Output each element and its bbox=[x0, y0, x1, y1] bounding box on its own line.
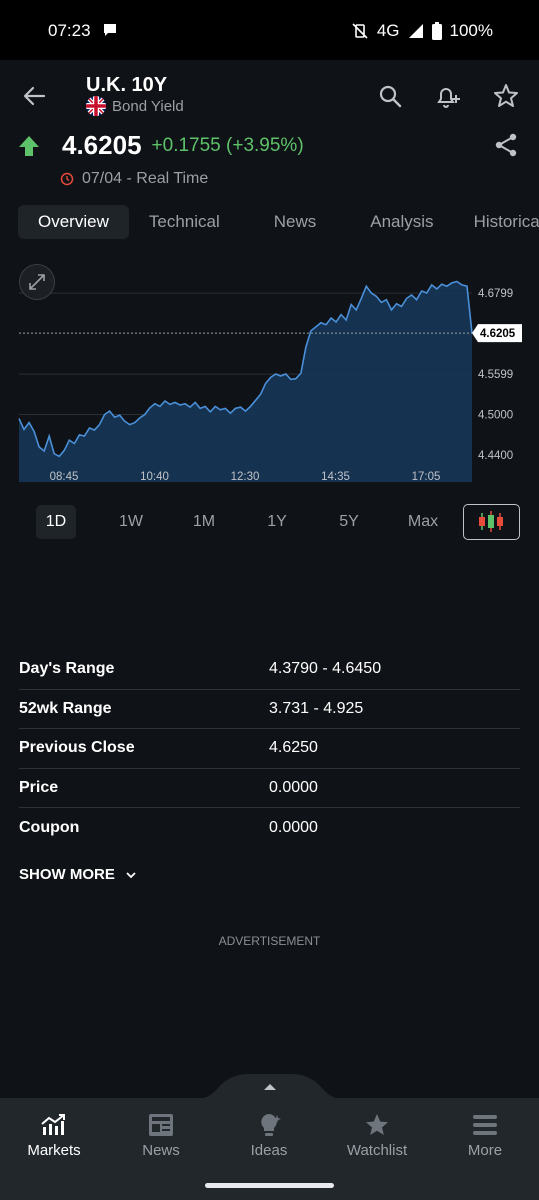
stat-row-previous-close: Previous Close 4.6250 bbox=[19, 729, 520, 769]
price-chart[interactable]: 4.6799 4.5599 4.5000 4.4400 08:45 10:40 12:30… bbox=[0, 256, 539, 486]
search-icon[interactable] bbox=[376, 82, 404, 110]
price-row: 4.6205 +0.1755 (+3.95%) bbox=[18, 130, 304, 161]
stat-row-price: Price 0.0000 bbox=[19, 769, 520, 808]
advertisement-label: ADVERTISEMENT bbox=[218, 934, 321, 948]
tab-overview[interactable]: Overview bbox=[18, 205, 129, 239]
share-icon[interactable] bbox=[493, 132, 519, 158]
show-more-button[interactable]: SHOW MORE bbox=[19, 866, 137, 883]
nav-label: More bbox=[467, 1142, 503, 1159]
x-tick-label: 14:35 bbox=[321, 471, 350, 483]
time-range-selector: 1D 1W 1M 1Y 5Y Max bbox=[36, 504, 520, 540]
range-1w[interactable]: 1W bbox=[114, 505, 148, 539]
message-icon bbox=[104, 24, 116, 36]
ideas-icon bbox=[261, 1114, 281, 1136]
drawer-handle[interactable] bbox=[192, 1072, 348, 1100]
nav-watchlist[interactable]: Watchlist bbox=[323, 1112, 431, 1159]
stat-row-coupon: Coupon 0.0000 bbox=[19, 808, 520, 848]
watchlist-icon bbox=[366, 1114, 388, 1135]
instrument-type: Bond Yield bbox=[112, 97, 184, 115]
stat-label: Previous Close bbox=[19, 739, 135, 757]
stat-label: Price bbox=[19, 778, 59, 796]
stat-value: 4.6250 bbox=[269, 739, 318, 757]
bottom-navigation: Markets News Ideas Watchlist More bbox=[0, 1098, 539, 1200]
network-type: 4G bbox=[376, 21, 400, 40]
battery-level: 100% bbox=[449, 21, 493, 40]
quote-time-row: 07/04 - Real Time bbox=[60, 170, 208, 188]
nav-label: Watchlist bbox=[346, 1142, 408, 1159]
stat-value: 0.0000 bbox=[269, 778, 318, 796]
price-change: +0.1755 (+3.95%) bbox=[151, 134, 304, 156]
tab-historical[interactable]: Historical bbox=[454, 205, 539, 239]
candlestick-icon bbox=[479, 511, 503, 532]
add-alert-icon[interactable] bbox=[434, 82, 462, 110]
x-tick-label: 17:05 bbox=[412, 471, 441, 483]
show-more-label: SHOW MORE bbox=[19, 866, 115, 883]
chart-type-toggle[interactable] bbox=[463, 504, 520, 540]
stat-value: 4.3790 - 4.6450 bbox=[269, 660, 382, 678]
range-max[interactable]: Max bbox=[403, 505, 443, 539]
uk-flag-icon bbox=[86, 96, 106, 116]
last-price: 4.6205 bbox=[62, 130, 142, 160]
nav-label: Ideas bbox=[250, 1142, 288, 1159]
range-1d[interactable]: 1D bbox=[36, 505, 76, 539]
nav-more[interactable]: More bbox=[431, 1112, 539, 1159]
mute-vibrate-icon bbox=[352, 23, 368, 39]
markets-icon bbox=[41, 1114, 65, 1135]
home-indicator bbox=[205, 1183, 334, 1188]
stat-label: Coupon bbox=[19, 818, 80, 836]
nav-news[interactable]: News bbox=[107, 1112, 215, 1159]
stat-row-52wk-range: 52wk Range 3.731 - 4.925 bbox=[19, 690, 520, 729]
chart-svg: 4.6799 4.5599 4.5000 4.4400 08:45 10:40 12:30… bbox=[18, 280, 522, 483]
y-tick-label: 4.5599 bbox=[478, 369, 513, 381]
nav-ideas[interactable]: Ideas bbox=[215, 1112, 323, 1159]
range-1y[interactable]: 1Y bbox=[260, 505, 294, 539]
stat-value: 0.0000 bbox=[269, 818, 318, 836]
more-icon bbox=[473, 1115, 497, 1135]
x-tick-label: 08:45 bbox=[50, 471, 79, 483]
y-tick-label: 4.5000 bbox=[478, 410, 513, 422]
range-1m[interactable]: 1M bbox=[187, 505, 221, 539]
up-arrow-icon bbox=[19, 135, 39, 156]
tab-news[interactable]: News bbox=[240, 205, 351, 239]
battery-icon bbox=[431, 22, 442, 40]
current-price-label: 4.6205 bbox=[480, 328, 516, 340]
chart-area bbox=[19, 281, 472, 482]
y-tick-label: 4.4400 bbox=[478, 450, 513, 462]
x-tick-label: 10:40 bbox=[140, 471, 169, 483]
instrument-header: U.K. 10Y Bond Yield 4.6205 +0.1755 (+3.9… bbox=[0, 60, 539, 200]
range-5y[interactable]: 5Y bbox=[332, 505, 366, 539]
stat-row-days-range: Day's Range 4.3790 - 4.6450 bbox=[19, 650, 520, 690]
stat-value: 3.731 - 4.925 bbox=[269, 699, 364, 717]
current-price-marker: 4.6205 bbox=[472, 324, 522, 343]
back-arrow-icon[interactable] bbox=[20, 82, 48, 110]
tab-technical[interactable]: Technical bbox=[129, 205, 240, 239]
stat-label: 52wk Range bbox=[19, 699, 112, 717]
x-tick-label: 12:30 bbox=[231, 471, 260, 483]
quote-time: 07/04 - Real Time bbox=[82, 170, 209, 187]
signal-icon bbox=[408, 24, 423, 38]
stat-label: Day's Range bbox=[19, 660, 115, 678]
section-tabs: Overview Technical News Analysis Histori… bbox=[18, 204, 539, 240]
instrument-title: U.K. 10Y bbox=[86, 74, 168, 96]
expand-icon bbox=[29, 274, 45, 290]
status-bar: 07:23 4G 100% bbox=[0, 0, 539, 60]
y-tick-label: 4.6799 bbox=[478, 288, 513, 300]
tab-analysis[interactable]: Analysis bbox=[350, 205, 453, 239]
clock-icon bbox=[60, 172, 74, 186]
nav-markets[interactable]: Markets bbox=[0, 1112, 108, 1159]
nav-label: News bbox=[142, 1142, 180, 1159]
status-time: 07:23 bbox=[48, 21, 91, 40]
nav-label: Markets bbox=[27, 1142, 81, 1159]
expand-chart-button[interactable] bbox=[19, 264, 55, 300]
star-icon[interactable] bbox=[492, 82, 520, 110]
instrument-subtitle: Bond Yield bbox=[86, 96, 184, 116]
chevron-down-icon bbox=[126, 871, 136, 878]
news-icon bbox=[149, 1114, 173, 1136]
key-stats-table: Day's Range 4.3790 - 4.6450 52wk Range 3… bbox=[19, 650, 520, 848]
